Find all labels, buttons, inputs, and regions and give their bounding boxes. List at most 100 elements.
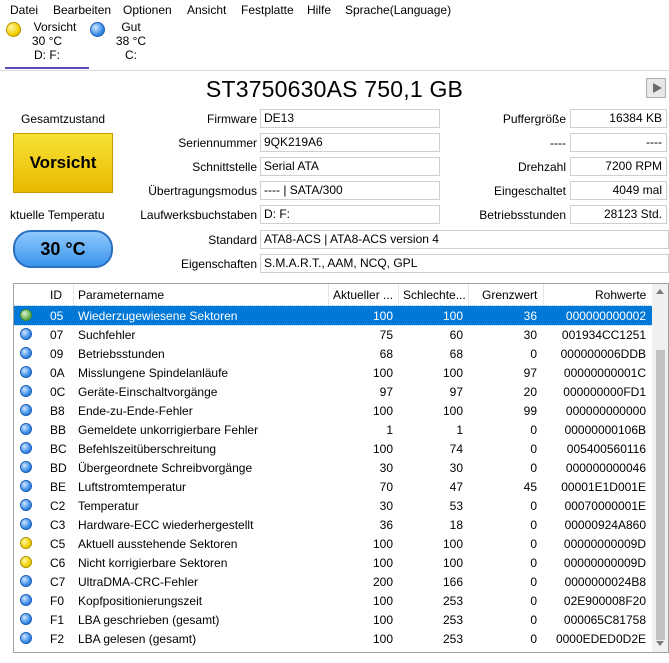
cell-id: F2 bbox=[50, 632, 65, 646]
status-yellow-icon bbox=[20, 556, 32, 568]
status-blue-icon bbox=[20, 613, 32, 625]
table-row[interactable]: C6 Nicht korrigierbare Sektoren 100 100 0 000… bbox=[14, 553, 652, 572]
cell-worst: 68 bbox=[449, 347, 463, 361]
status-blue-icon bbox=[20, 575, 32, 587]
cell-threshold: 0 bbox=[530, 518, 537, 532]
cell-threshold: 97 bbox=[523, 366, 537, 380]
cell-threshold: 36 bbox=[523, 309, 537, 323]
cell-worst: 100 bbox=[442, 404, 463, 418]
status-blue-icon bbox=[20, 594, 32, 606]
power-on-count-field: 4049 mal bbox=[570, 181, 667, 200]
cell-threshold: 0 bbox=[530, 423, 537, 437]
cell-worst: 166 bbox=[442, 575, 463, 589]
menu-optionen[interactable]: Optionen bbox=[123, 3, 172, 17]
cell-raw: 00000000106B bbox=[564, 423, 646, 437]
cell-current: 200 bbox=[372, 575, 393, 589]
menu-hilfe[interactable]: Hilfe bbox=[307, 3, 331, 17]
cell-threshold: 0 bbox=[530, 461, 537, 475]
column-divider[interactable] bbox=[73, 284, 74, 306]
cell-id: C6 bbox=[50, 556, 66, 570]
table-row[interactable]: 0C Geräte-Einschaltvorgänge 97 97 20 00000000… bbox=[14, 382, 652, 401]
table-row[interactable]: BC Befehlszeitüberschreitung 100 74 0 0054005… bbox=[14, 439, 652, 458]
column-divider[interactable] bbox=[543, 284, 544, 306]
table-row[interactable]: 07 Suchfehler 75 60 30 001934CC1251 bbox=[14, 325, 652, 344]
smart-attribute-table[interactable]: ID Parametername Aktueller ... Schlechte… bbox=[13, 283, 669, 653]
cell-raw: 001934CC1251 bbox=[561, 328, 646, 342]
table-row[interactable]: 05 Wiederzugewiesene Sektoren 100 100 36 0000… bbox=[14, 305, 653, 326]
table-row[interactable]: F1 LBA geschrieben (gesamt) 100 253 0 000065C… bbox=[14, 610, 652, 629]
disk-tab-1[interactable]: Vorsicht 30 °C D: F: bbox=[5, 20, 89, 68]
table-row[interactable]: F2 LBA gelesen (gesamt) 100 253 0 0000EDED0D2… bbox=[14, 629, 652, 648]
status-blue-icon bbox=[20, 518, 32, 530]
column-header-raw[interactable]: Rohwerte bbox=[595, 288, 646, 302]
status-blue-icon bbox=[20, 442, 32, 454]
disk-tab-2[interactable]: Gut 38 °C C: bbox=[90, 20, 170, 68]
cell-threshold: 0 bbox=[530, 556, 537, 570]
scroll-down-icon[interactable] bbox=[656, 641, 664, 646]
cell-current: 30 bbox=[379, 461, 393, 475]
column-divider[interactable] bbox=[328, 284, 329, 306]
cell-current: 100 bbox=[372, 556, 393, 570]
menu-bar: Datei Bearbeiten Optionen Ansicht Festpl… bbox=[0, 0, 669, 20]
table-row[interactable]: C5 Aktuell ausstehende Sektoren 100 100 0 000… bbox=[14, 534, 652, 553]
table-row[interactable]: C2 Temperatur 30 53 0 00070000001E bbox=[14, 496, 652, 515]
column-header-name[interactable]: Parametername bbox=[78, 288, 164, 302]
cell-name: Kopfpositionierungszeit bbox=[78, 594, 203, 608]
column-divider[interactable] bbox=[398, 284, 399, 306]
status-blue-icon bbox=[20, 366, 32, 378]
cell-worst: 97 bbox=[449, 385, 463, 399]
table-row[interactable]: BB Gemeldete unkorrigierbare Fehler 1 1 0 000… bbox=[14, 420, 652, 439]
interface-label: Schnittstelle bbox=[192, 160, 257, 174]
cell-current: 97 bbox=[379, 385, 393, 399]
vertical-scrollbar[interactable] bbox=[652, 284, 668, 652]
column-divider[interactable] bbox=[468, 284, 469, 306]
table-row[interactable]: 09 Betriebsstunden 68 68 0 000000006DDB bbox=[14, 344, 652, 363]
table-row[interactable]: BD Übergeordnete Schreibvorgänge 30 30 0 0000… bbox=[14, 458, 652, 477]
cell-raw: 000065C81758 bbox=[563, 613, 646, 627]
cell-name: Befehlszeitüberschreitung bbox=[78, 442, 217, 456]
app-window: Datei Bearbeiten Optionen Ansicht Festpl… bbox=[0, 0, 669, 663]
status-blue-icon bbox=[20, 423, 32, 435]
features-field: S.M.A.R.T., AAM, NCQ, GPL bbox=[260, 254, 669, 273]
scroll-up-icon[interactable] bbox=[656, 289, 664, 294]
cell-name: Ende-zu-Ende-Fehler bbox=[78, 404, 193, 418]
column-header-worst[interactable]: Schlechte... bbox=[403, 288, 466, 302]
cell-raw: 000000000002 bbox=[565, 309, 646, 323]
menu-sprache[interactable]: Sprache(Language) bbox=[345, 3, 451, 17]
cell-id: 05 bbox=[50, 309, 64, 323]
menu-ansicht[interactable]: Ansicht bbox=[187, 3, 226, 17]
cell-threshold: 30 bbox=[523, 328, 537, 342]
scrollbar-thumb[interactable] bbox=[656, 350, 665, 640]
cell-id: BC bbox=[50, 442, 67, 456]
next-disk-button[interactable] bbox=[646, 78, 666, 98]
cell-worst: 100 bbox=[442, 366, 463, 380]
status-blue-icon bbox=[20, 404, 32, 416]
cell-name: Geräte-Einschaltvorgänge bbox=[78, 385, 218, 399]
health-status-badge[interactable]: Vorsicht bbox=[13, 133, 113, 193]
cell-threshold: 0 bbox=[530, 594, 537, 608]
status-yellow-icon bbox=[20, 537, 32, 549]
table-header: ID Parametername Aktueller ... Schlechte… bbox=[14, 284, 652, 307]
table-row[interactable]: BE Luftstromtemperatur 70 47 45 00001E1D001E bbox=[14, 477, 652, 496]
table-row[interactable]: F0 Kopfpositionierungszeit 100 253 0 02E90000… bbox=[14, 591, 652, 610]
cell-current: 75 bbox=[379, 328, 393, 342]
table-row[interactable]: B8 Ende-zu-Ende-Fehler 100 100 99 00000000000… bbox=[14, 401, 652, 420]
cell-raw: 00070000001E bbox=[564, 499, 646, 513]
status-blue-icon bbox=[20, 480, 32, 492]
cell-worst: 47 bbox=[449, 480, 463, 494]
menu-datei[interactable]: Datei bbox=[10, 3, 38, 17]
column-header-id[interactable]: ID bbox=[50, 288, 62, 302]
cell-current: 100 bbox=[372, 537, 393, 551]
table-row[interactable]: 0A Misslungene Spindelanläufe 100 100 97 0000… bbox=[14, 363, 652, 382]
cell-id: BE bbox=[50, 480, 67, 494]
table-row[interactable]: C3 Hardware-ECC wiederhergestellt 36 18 0 000… bbox=[14, 515, 652, 534]
menu-festplatte[interactable]: Festplatte bbox=[241, 3, 294, 17]
column-header-threshold[interactable]: Grenzwert bbox=[482, 288, 537, 302]
column-header-current[interactable]: Aktueller ... bbox=[333, 288, 393, 302]
menu-bearbeiten[interactable]: Bearbeiten bbox=[53, 3, 111, 17]
table-row[interactable]: C7 UltraDMA-CRC-Fehler 200 166 0 0000000024B8 bbox=[14, 572, 652, 591]
cell-threshold: 0 bbox=[530, 613, 537, 627]
buffer-size-field: 16384 KB bbox=[570, 109, 667, 128]
cell-id: C2 bbox=[50, 499, 66, 513]
cell-current: 100 bbox=[372, 632, 393, 646]
